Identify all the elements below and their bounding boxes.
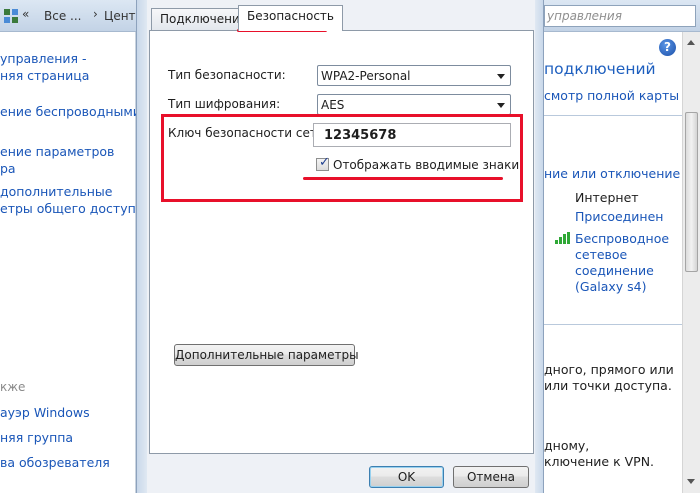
wireless-connection-link-4[interactable]: (Galaxy s4) xyxy=(575,279,646,294)
tab-security[interactable]: Безопасность xyxy=(238,5,343,31)
internet-label: Интернет xyxy=(575,190,639,205)
see-also-heading: кже xyxy=(0,380,26,394)
sidebar-link-sharing-2[interactable]: етры общего доступа xyxy=(0,200,143,217)
wireless-connection-link-3[interactable]: соединение xyxy=(575,263,654,278)
sidebar-link-adapter-1[interactable]: ение параметров xyxy=(0,143,114,160)
sidebar-link-browser[interactable]: ва обозревателя xyxy=(0,454,110,471)
view-full-map-link[interactable]: смотр полной карты xyxy=(544,88,679,103)
dialog-frame-left xyxy=(137,0,147,493)
dialog-frame-right xyxy=(535,0,543,493)
highlight-underline-checkbox xyxy=(303,177,503,180)
setup-text-2: или точки доступа. xyxy=(544,378,672,393)
chevron-left-icon[interactable]: « xyxy=(22,7,29,21)
connect-disconnect-link[interactable]: ние или отключение xyxy=(544,166,680,181)
address-bar[interactable]: « Все ... › Центр xyxy=(0,0,143,32)
wireless-connection-link-1[interactable]: Беспроводное xyxy=(575,231,669,246)
security-type-label: Тип безопасности: xyxy=(168,68,286,82)
encryption-type-label: Тип шифрования: xyxy=(168,97,281,111)
search-bar-area: управления xyxy=(544,0,700,32)
page-title: подключений xyxy=(544,60,656,78)
encryption-type-select[interactable]: AES xyxy=(317,94,511,115)
wireless-properties-dialog: Подключение Безопасность Тип безопасност… xyxy=(136,0,544,493)
cancel-button[interactable]: Отмена xyxy=(453,466,529,488)
breadcrumb-all[interactable]: Все ... xyxy=(44,9,81,23)
chevron-right-icon[interactable]: › xyxy=(93,7,98,21)
vertical-scrollbar[interactable] xyxy=(682,32,700,493)
highlight-box-key xyxy=(161,114,523,202)
encryption-type-value: AES xyxy=(321,98,345,112)
connected-link[interactable]: Присоединен xyxy=(575,209,663,224)
scrollbar-thumb[interactable] xyxy=(685,112,698,272)
sidebar-link-wireless[interactable]: ение беспроводными xyxy=(0,103,141,120)
wifi-signal-icon xyxy=(555,232,570,244)
security-type-select[interactable]: WPA2-Personal xyxy=(317,65,511,86)
sidebar-link-home-2[interactable]: няя страница xyxy=(0,67,89,84)
wireless-connection-link-2[interactable]: сетевое xyxy=(575,247,627,262)
scroll-down-icon[interactable] xyxy=(687,479,695,484)
divider xyxy=(544,115,682,116)
control-panel-left-window: « Все ... › Центр управления - няя стран… xyxy=(0,0,143,493)
dropdown-arrow-icon xyxy=(497,103,505,108)
security-type-value: WPA2-Personal xyxy=(321,69,411,83)
search-input[interactable]: управления xyxy=(544,5,696,27)
scroll-up-icon[interactable] xyxy=(687,40,695,45)
connect-text-2: ключение к VPN. xyxy=(544,454,655,469)
sidebar-link-homegroup[interactable]: няя группа xyxy=(0,429,73,446)
sidebar-link-firewall[interactable]: ауэр Windows xyxy=(0,404,90,421)
sidebar-link-adapter-2[interactable]: ра xyxy=(0,160,16,177)
setup-text-1: дного, прямого или xyxy=(544,362,674,377)
sidebar-link-sharing-1[interactable]: дополнительные xyxy=(0,183,112,200)
ok-button[interactable]: OK xyxy=(369,466,444,488)
divider xyxy=(544,324,682,325)
sidebar-link-home-1[interactable]: управления - xyxy=(0,50,87,67)
advanced-settings-button[interactable]: Дополнительные параметры xyxy=(174,344,359,366)
dropdown-arrow-icon xyxy=(497,74,505,79)
connect-text-1: дному, xyxy=(544,438,590,453)
network-center-right-window: управления ? подключений смотр полной ка… xyxy=(544,0,700,493)
help-icon[interactable]: ? xyxy=(659,39,676,56)
control-panel-icon xyxy=(3,8,19,24)
